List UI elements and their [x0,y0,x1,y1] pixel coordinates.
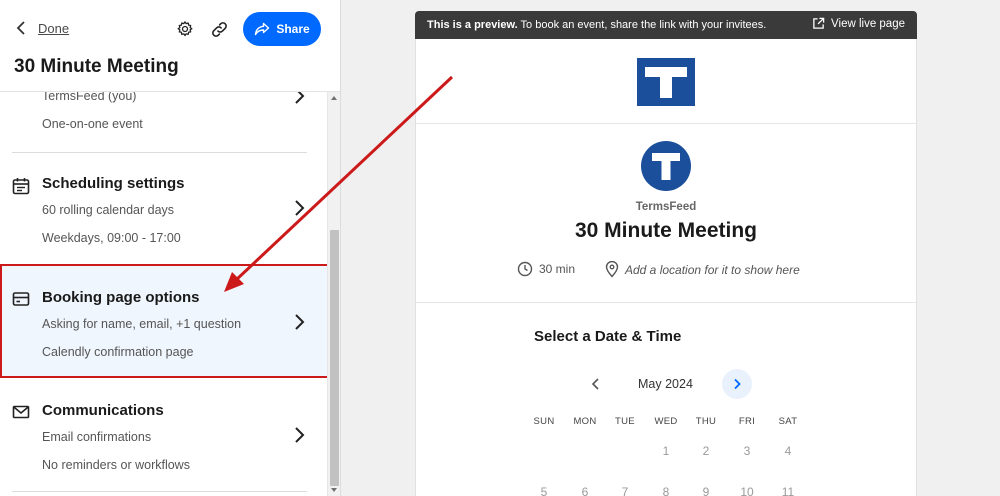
done-label: Done [38,20,70,36]
scheduling-hours: Weekdays, 09:00 - 17:00 [42,231,181,245]
communications-section[interactable]: Communications Email confirmations No re… [0,380,327,496]
preview-notice-bold: This is a preview. [427,19,518,31]
weekday-label: MON [573,416,597,427]
weekday-label: WED [654,416,678,427]
view-live-page-link[interactable]: View live page [812,17,905,30]
external-link-icon [813,17,825,29]
booking-page-icon [12,292,30,306]
preview-notice: This is a preview. To book an event, sha… [427,19,766,31]
booking-page-preview: TermsFeed 30 Minute Meeting 30 min Add a… [415,39,917,496]
clock-icon [517,261,533,277]
duration-text: 30 min [539,262,576,276]
booking-page-options-section[interactable]: Booking page options Asking for name, em… [0,264,330,378]
organizer-avatar [641,141,691,191]
chevron-right-icon[interactable] [292,425,306,445]
event-title: 30 Minute Meeting [574,219,758,242]
copy-link-button[interactable] [206,16,232,42]
event-settings-panel: TermsFeed (you) One-on-one event Schedul… [0,0,341,496]
weekday-label: THU [695,416,717,427]
settings-scrollbar[interactable] [327,92,340,496]
done-button[interactable]: Done [14,18,69,38]
weekday-label: FRI [738,416,756,427]
next-month-button[interactable] [722,369,752,399]
scroll-down-arrow[interactable] [331,488,337,492]
preview-notice-bar: This is a preview. To book an event, sha… [415,11,917,39]
previous-month-button[interactable] [588,372,604,396]
view-live-page-label: View live page [831,17,905,30]
chevron-left-icon [16,21,25,35]
termsfeed-avatar-icon [652,153,680,180]
share-button[interactable]: Share [243,12,321,46]
calendar-day: 10 [740,485,754,496]
weekday-label: SUN [533,416,555,427]
scheduling-settings-section[interactable]: Scheduling settings 60 rolling calendar … [0,152,327,262]
calendar-day: 11 [781,485,795,496]
weekday-label: SAT [778,416,798,427]
select-date-time-title: Select a Date & Time [534,328,682,345]
event-location: Add a location for it to show here [605,261,800,278]
booking-questions: Asking for name, email, +1 question [42,317,242,331]
envelope-icon [12,405,30,419]
booking-page-options-title: Booking page options [42,289,200,306]
termsfeed-logo-icon [645,67,687,98]
scheduling-settings-title: Scheduling settings [42,175,185,192]
scheduling-range: 60 rolling calendar days [42,203,175,217]
event-kind: One-on-one event [42,117,143,131]
link-icon [211,21,227,37]
location-pin-icon [605,261,619,278]
calendar-icon [12,178,30,195]
weekday-label: TUE [615,416,635,427]
gear-icon [177,21,193,37]
page-title: 30 Minute Meeting [14,56,179,77]
organizer-name: TermsFeed [635,201,697,213]
calendar-day: 7 [621,485,629,496]
communications-reminders: No reminders or workflows [42,458,190,472]
scrollbar-thumb[interactable] [330,230,339,486]
share-label: Share [276,22,310,36]
panel-header: Done Share 30 Minute Meeting [0,0,340,92]
booking-confirmation: Calendly confirmation page [42,345,194,359]
share-arrow-icon [255,22,270,36]
communications-emails: Email confirmations [42,430,152,444]
calendar-day: 9 [702,485,710,496]
calendar-day: 4 [784,444,792,458]
company-logo [637,58,695,106]
event-duration: 30 min [517,261,575,277]
calendar-day: 5 [540,485,548,496]
calendar-day: 2 [702,444,710,458]
chevron-right-icon [734,378,741,390]
settings-button[interactable] [172,16,198,42]
preview-notice-text: To book an event, share the link with yo… [517,19,767,31]
location-text: Add a location for it to show here [625,262,800,277]
communications-title: Communications [42,402,164,419]
preview-divider [416,302,916,303]
calendar-day: 3 [743,444,751,458]
calendar-day: 8 [662,485,670,496]
calendar-day: 1 [662,444,670,458]
calendar-day: 6 [581,485,589,496]
scroll-up-arrow[interactable] [331,96,337,100]
current-month: May 2024 [638,377,693,391]
preview-divider [416,123,916,124]
chevron-right-icon[interactable] [292,312,306,332]
section-divider [12,491,307,492]
chevron-right-icon[interactable] [292,198,306,218]
